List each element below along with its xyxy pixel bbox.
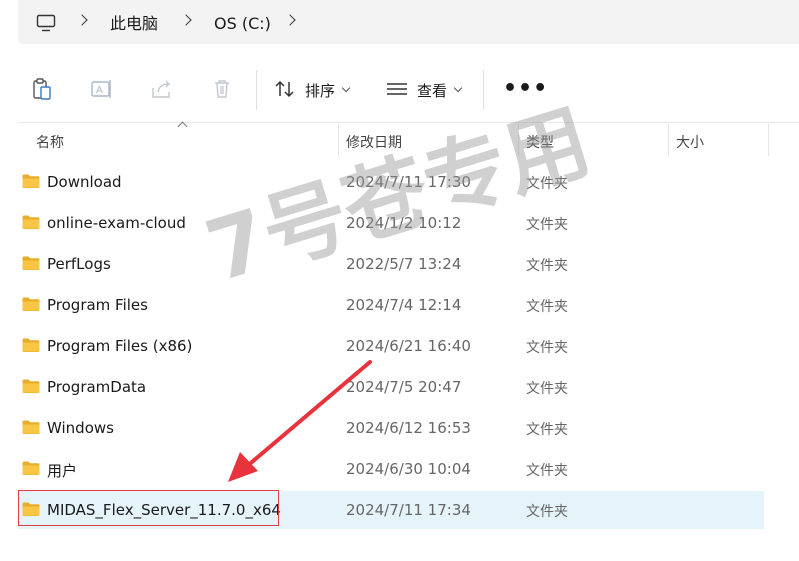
sort-icon[interactable] bbox=[272, 76, 298, 102]
file-row[interactable]: Program Files (x86) 2024/6/21 16:40 文件夹 bbox=[18, 327, 764, 365]
breadcrumb-os-c[interactable]: OS (C:) bbox=[214, 0, 271, 44]
breadcrumb-chevron-icon[interactable] bbox=[76, 14, 88, 26]
view-dropdown-caret-icon[interactable] bbox=[453, 83, 463, 93]
file-name[interactable]: PerfLogs bbox=[47, 255, 111, 273]
file-type: 文件夹 bbox=[526, 504, 568, 520]
file-modified-date: 2024/1/2 10:12 bbox=[346, 214, 462, 232]
file-name[interactable]: Program Files bbox=[47, 296, 148, 314]
file-name[interactable]: ProgramData bbox=[47, 378, 146, 396]
file-type: 文件夹 bbox=[526, 463, 568, 479]
file-modified-date: 2024/7/11 17:34 bbox=[346, 501, 471, 519]
file-type: 文件夹 bbox=[526, 299, 568, 315]
file-type: 文件夹 bbox=[526, 258, 568, 274]
file-name[interactable]: Program Files (x86) bbox=[47, 337, 192, 355]
file-row[interactable]: PerfLogs 2022/5/7 13:24 文件夹 bbox=[18, 245, 764, 283]
file-type: 文件夹 bbox=[526, 176, 568, 192]
column-header-modified[interactable]: 修改日期 bbox=[346, 132, 402, 152]
svg-text:A: A bbox=[96, 85, 103, 96]
this-pc-icon[interactable] bbox=[36, 14, 56, 32]
file-modified-date: 2024/6/30 10:04 bbox=[346, 460, 471, 478]
file-modified-date: 2024/7/5 20:47 bbox=[346, 378, 462, 396]
file-row[interactable]: 用户 2024/6/30 10:04 文件夹 bbox=[18, 450, 764, 488]
breadcrumb-this-pc[interactable]: 此电脑 bbox=[110, 0, 158, 44]
file-row[interactable]: Windows 2024/6/12 16:53 文件夹 bbox=[18, 409, 764, 447]
file-row[interactable]: Program Files 2024/7/4 12:14 文件夹 bbox=[18, 286, 764, 324]
file-type: 文件夹 bbox=[526, 422, 568, 438]
file-name[interactable]: Windows bbox=[47, 419, 114, 437]
file-row[interactable]: Download 2024/7/11 17:30 文件夹 bbox=[18, 163, 764, 201]
folder-icon bbox=[22, 338, 40, 352]
address-bar[interactable]: 此电脑 OS (C:) bbox=[18, 0, 799, 44]
view-icon[interactable] bbox=[384, 76, 410, 102]
share-icon[interactable] bbox=[149, 76, 175, 102]
delete-icon[interactable] bbox=[209, 76, 235, 102]
file-type: 文件夹 bbox=[526, 217, 568, 233]
rename-icon[interactable]: A bbox=[89, 76, 115, 102]
folder-icon bbox=[22, 297, 40, 311]
breadcrumb-chevron-icon[interactable] bbox=[284, 14, 296, 26]
folder-icon bbox=[22, 174, 40, 188]
file-type: 文件夹 bbox=[526, 340, 568, 356]
sort-button[interactable]: 排序 bbox=[305, 80, 335, 101]
folder-icon bbox=[22, 215, 40, 229]
view-button[interactable]: 查看 bbox=[417, 80, 447, 101]
file-name[interactable]: 用户 bbox=[47, 460, 77, 481]
breadcrumb-chevron-icon[interactable] bbox=[180, 14, 192, 26]
folder-icon bbox=[22, 461, 40, 475]
file-name[interactable]: online-exam-cloud bbox=[47, 214, 186, 232]
file-modified-date: 2024/7/11 17:30 bbox=[346, 173, 471, 191]
sort-dropdown-caret-icon[interactable] bbox=[341, 83, 351, 93]
more-options-button[interactable]: ••• bbox=[503, 76, 548, 101]
sort-ascending-icon bbox=[177, 121, 188, 132]
column-header-type[interactable]: 类型 bbox=[526, 132, 554, 152]
file-row[interactable]: ProgramData 2024/7/5 20:47 文件夹 bbox=[18, 368, 764, 406]
column-header-size[interactable]: 大小 bbox=[676, 132, 704, 152]
file-modified-date: 2022/5/7 13:24 bbox=[346, 255, 462, 273]
folder-icon bbox=[22, 420, 40, 434]
paste-icon[interactable] bbox=[29, 76, 55, 102]
file-row[interactable]: online-exam-cloud 2024/1/2 10:12 文件夹 bbox=[18, 204, 764, 242]
command-bar: A 排序 查看 ••• bbox=[0, 58, 799, 122]
folder-icon bbox=[22, 256, 40, 270]
file-modified-date: 2024/6/21 16:40 bbox=[346, 337, 471, 355]
annotation-highlight-box bbox=[18, 490, 279, 526]
file-type: 文件夹 bbox=[526, 381, 568, 397]
column-header-name[interactable]: 名称 bbox=[36, 132, 64, 152]
folder-icon bbox=[22, 379, 40, 393]
file-modified-date: 2024/7/4 12:14 bbox=[346, 296, 462, 314]
file-modified-date: 2024/6/12 16:53 bbox=[346, 419, 471, 437]
file-name[interactable]: Download bbox=[47, 173, 122, 191]
